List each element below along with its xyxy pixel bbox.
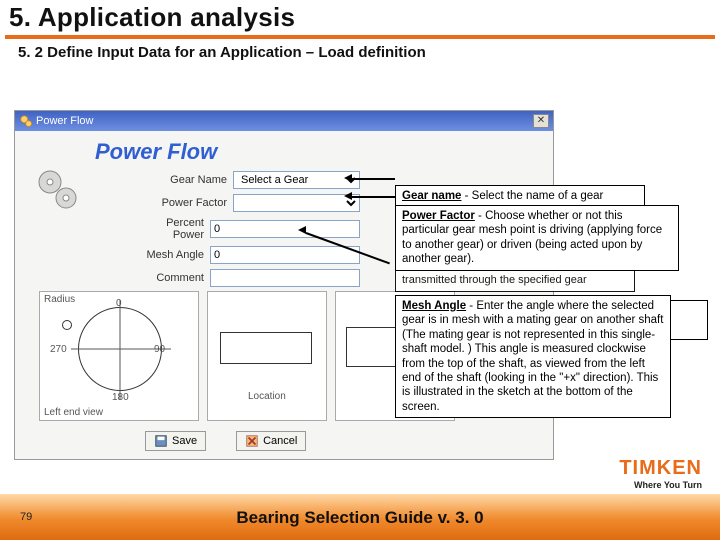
percent-power-input[interactable]: [210, 220, 360, 238]
dialog-titlebar: Power Flow ✕: [15, 111, 553, 131]
label-percent-power: Percent Power: [145, 217, 204, 241]
cancel-label: Cancel: [263, 435, 297, 447]
page-subtitle: 5. 2 Define Input Data for an Applicatio…: [18, 44, 426, 61]
brand-name: TIMKEN: [619, 457, 702, 480]
label-mesh-angle: Mesh Angle: [145, 249, 204, 261]
app-icon: [19, 114, 33, 128]
comment-input[interactable]: [210, 269, 360, 287]
angle-270: 270: [50, 344, 67, 355]
angle-90: 90: [154, 344, 165, 355]
callout-gear-name-text: - Select the name of a gear: [461, 190, 603, 202]
save-icon: [154, 434, 168, 448]
callout-mesh-angle-text: - Enter the angle where the selected gea…: [402, 300, 663, 413]
left-end-view-label: Left end view: [44, 407, 103, 418]
mesh-angle-input[interactable]: [210, 246, 360, 264]
shaft-diagram-1: Location: [207, 291, 327, 421]
page-title: 5. Application analysis: [9, 2, 715, 33]
dialog-window-title: Power Flow: [36, 115, 93, 127]
close-icon[interactable]: ✕: [533, 114, 549, 128]
callout-mesh-angle: Mesh Angle - Enter the angle where the s…: [395, 295, 671, 418]
power-factor-select[interactable]: [233, 194, 360, 212]
gear-name-select[interactable]: Select a Gear: [233, 171, 360, 189]
callout-mesh-angle-title: Mesh Angle: [402, 300, 466, 312]
form: Gear Name Select a Gear Power Factor Per…: [145, 171, 360, 292]
label-gear-name: Gear Name: [145, 174, 227, 186]
callout-gear-name-title: Gear name: [402, 190, 461, 202]
cancel-icon: [245, 434, 259, 448]
location-label: Location: [248, 391, 286, 402]
diagrams-row: Radius 0 90 180 270 Left end view Locati…: [39, 291, 455, 421]
label-power-factor: Power Factor: [145, 197, 227, 209]
footer-doc-title: Bearing Selection Guide v. 3. 0: [0, 508, 720, 528]
cancel-button[interactable]: Cancel: [236, 431, 306, 451]
callout-power-factor: Power Factor - Choose whether or not thi…: [395, 205, 679, 271]
save-label: Save: [172, 435, 197, 447]
callout-power-factor-title: Power Factor: [402, 210, 475, 222]
footer: TIMKEN Where You Turn Bearing Selection …: [0, 476, 720, 540]
brand-tagline: Where You Turn: [619, 480, 702, 490]
callout-percent-power-fragment: transmitted through the specified gear: [395, 270, 635, 292]
label-comment: Comment: [145, 272, 204, 284]
page-number: 79: [20, 511, 32, 523]
angle-180: 180: [112, 392, 129, 403]
radius-label: Radius: [44, 294, 75, 305]
left-end-view-diagram: Radius 0 90 180 270 Left end view: [39, 291, 199, 421]
gears-icon: [33, 165, 81, 213]
save-button[interactable]: Save: [145, 431, 206, 451]
brand-logo: TIMKEN Where You Turn: [619, 457, 702, 490]
indicator-dot: [62, 320, 72, 330]
header-bar: 5. Application analysis: [5, 0, 715, 39]
angle-0: 0: [116, 298, 122, 309]
dialog-panel-title: Power Flow: [95, 139, 217, 165]
